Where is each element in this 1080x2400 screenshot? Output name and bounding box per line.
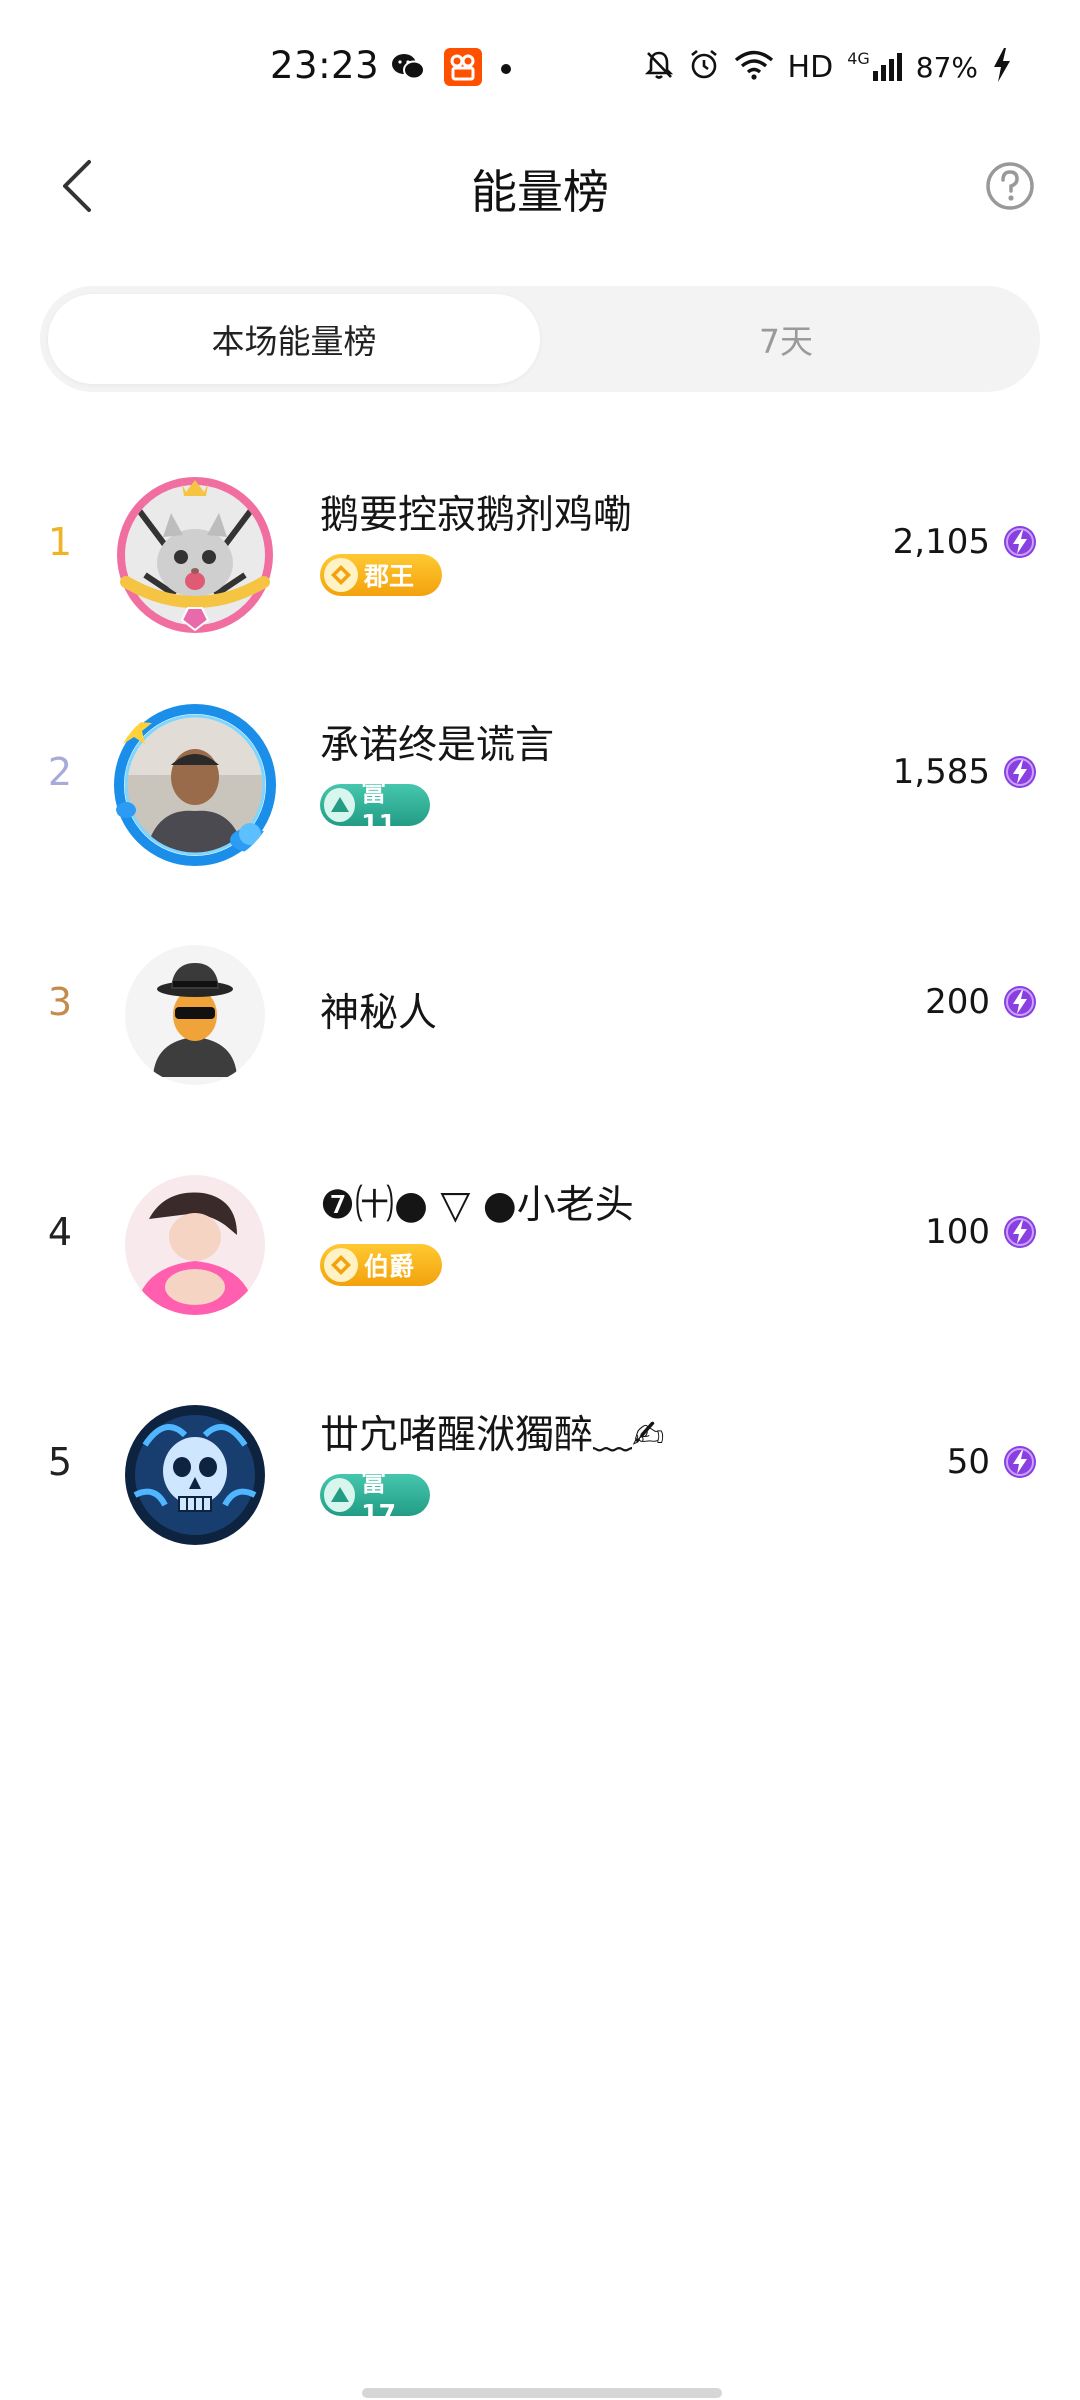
mute-bell-icon	[644, 49, 674, 85]
charging-bolt-icon	[992, 48, 1012, 86]
home-indicator[interactable]	[362, 2388, 722, 2398]
rank-number: 4	[47, 1210, 73, 1254]
noble-badge: 伯爵	[320, 1244, 442, 1286]
dot-icon	[500, 60, 512, 79]
tab-current-session[interactable]: 本场能量榜	[48, 294, 540, 384]
user-name: 承诺终是谎言	[320, 723, 555, 768]
cellular-signal-icon: 4G	[847, 51, 902, 83]
page-title: 能量榜	[471, 165, 609, 219]
score: 50	[947, 1442, 1038, 1482]
rank-number: 2	[47, 750, 73, 794]
system-icons: HD 4G 87%	[644, 48, 1012, 86]
energy-bolt-icon	[1004, 1446, 1036, 1478]
score: 1,585	[893, 752, 1038, 792]
status-time: 23:23	[270, 44, 380, 87]
badge-label: 富17	[361, 1467, 396, 1528]
woman-photo-avatar	[125, 1175, 265, 1315]
badge-label: 伯爵	[364, 1252, 415, 1281]
avatar[interactable]	[114, 704, 276, 866]
score-value: 200	[925, 982, 990, 1022]
energy-bolt-icon	[1004, 756, 1036, 788]
wealth-badge: 富17	[320, 1468, 430, 1528]
score-value: 1,585	[892, 752, 990, 792]
kuaishou-app-icon	[444, 48, 482, 90]
diamond-badge-icon	[324, 558, 358, 592]
ranking-row[interactable]: 2 承诺终是谎言 富11 1,585	[0, 670, 1080, 900]
help-button[interactable]	[980, 156, 1040, 216]
cat-avatar	[125, 485, 265, 625]
alarm-icon	[688, 49, 720, 85]
ranking-row[interactable]: 3 神秘人 200	[0, 900, 1080, 1130]
score-value: 2,105	[892, 522, 990, 562]
energy-bolt-icon	[1004, 526, 1036, 558]
header: 能量榜	[0, 136, 1080, 236]
tab-7-days[interactable]: 7天	[540, 294, 1032, 384]
ranking-tab-bar: 本场能量榜 7天	[40, 286, 1040, 392]
battery-percent: 87%	[915, 50, 978, 84]
wechat-icon	[390, 51, 426, 87]
skull-avatar	[125, 1405, 265, 1545]
network-type-label: 4G	[847, 49, 870, 68]
triangle-badge-icon	[324, 1478, 356, 1512]
rank-number: 1	[47, 520, 73, 564]
score: 200	[925, 982, 1038, 1022]
user-name: 神秘人	[320, 991, 438, 1036]
noble-badge: 郡王	[320, 554, 442, 596]
notification-icons	[390, 48, 512, 90]
hd-label: HD	[787, 49, 834, 85]
avatar[interactable]	[120, 1170, 270, 1320]
user-name: ❼㈩● ▽ ●小老头	[320, 1183, 634, 1228]
mystery-man-avatar	[125, 945, 265, 1085]
avatar[interactable]	[117, 477, 273, 633]
avatar[interactable]	[120, 1400, 270, 1550]
ranking-list: 1 鹅要控寂鹅剂鸡嘞 郡王 2,105 2 承诺终是谎言 富11 1,585 3…	[0, 440, 1080, 1590]
badge-label: 富11	[361, 777, 396, 838]
score: 100	[925, 1212, 1038, 1252]
avatar[interactable]	[120, 940, 270, 1090]
question-circle-icon	[986, 162, 1034, 210]
diamond-badge-icon	[324, 1248, 358, 1282]
user-name: 丗宂啫醒洑獨醉﹏✍	[320, 1413, 665, 1458]
rank-number: 5	[47, 1440, 73, 1484]
wealth-badge: 富11	[320, 778, 430, 838]
energy-bolt-icon	[1004, 1216, 1036, 1248]
wifi-icon	[734, 49, 774, 85]
triangle-badge-icon	[324, 788, 356, 822]
ranking-row[interactable]: 5 丗宂啫醒洑獨醉﹏✍ 富17 50	[0, 1360, 1080, 1590]
ranking-row[interactable]: 1 鹅要控寂鹅剂鸡嘞 郡王 2,105	[0, 440, 1080, 670]
man-photo-avatar	[125, 715, 265, 855]
energy-bolt-icon	[1004, 986, 1036, 1018]
score: 2,105	[893, 522, 1038, 562]
score-value: 50	[946, 1442, 990, 1482]
badge-label: 郡王	[364, 562, 415, 591]
rank-number: 3	[47, 980, 73, 1024]
ranking-row[interactable]: 4 ❼㈩● ▽ ●小老头 伯爵 100	[0, 1130, 1080, 1360]
status-bar: 23:23 HD 4G 87%	[0, 0, 1080, 136]
score-value: 100	[925, 1212, 990, 1252]
user-name: 鹅要控寂鹅剂鸡嘞	[320, 493, 633, 538]
